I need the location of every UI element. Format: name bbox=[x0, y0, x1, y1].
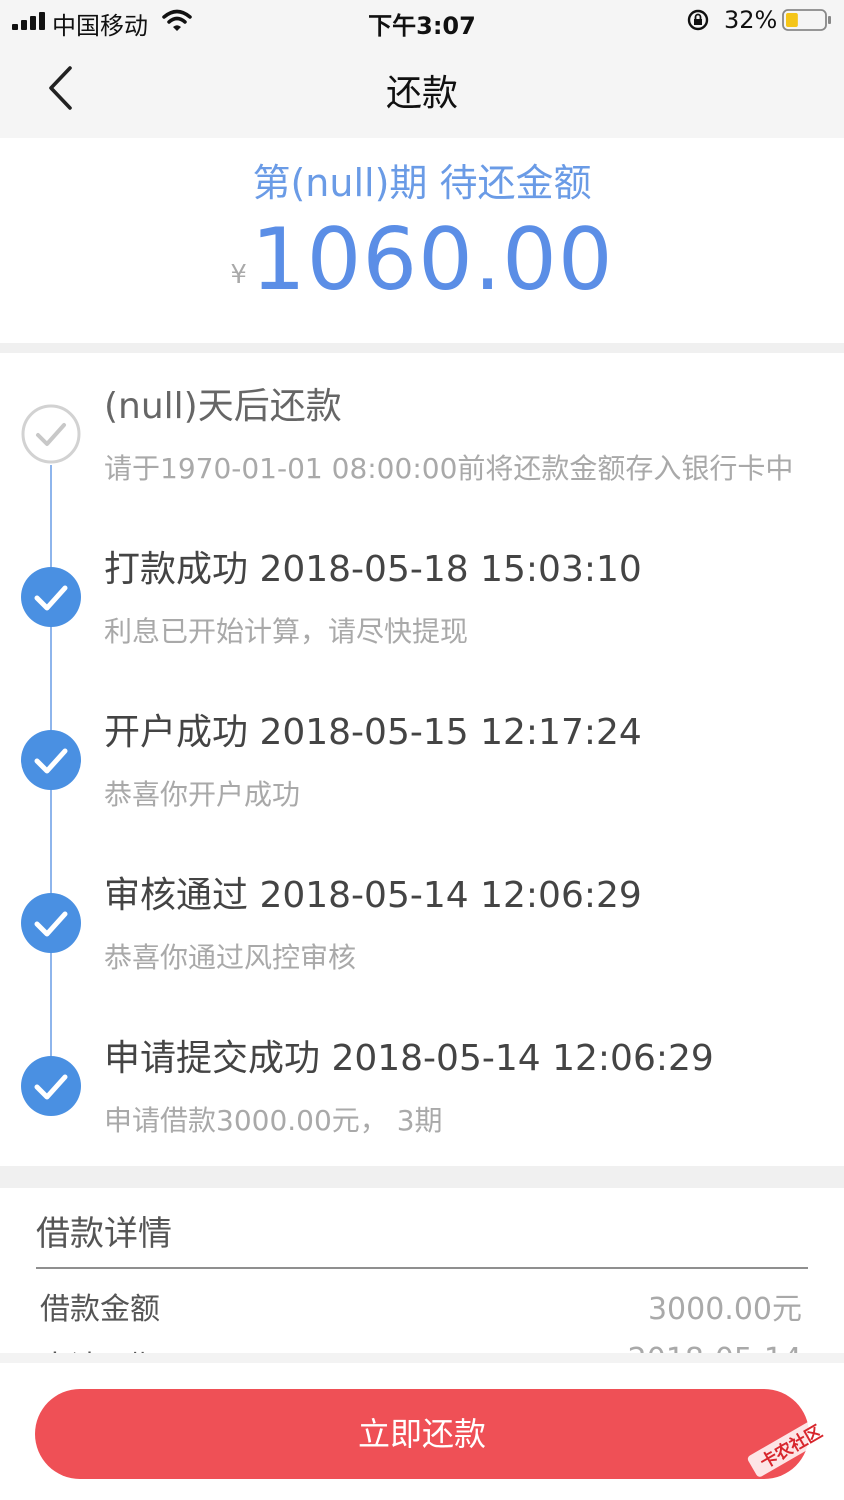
timeline-title: 打款成功 2018-05-18 15:03:10 bbox=[104, 549, 642, 590]
timeline-desc: 利息已开始计算，请尽快提现 bbox=[104, 615, 469, 648]
page-title: 还款 bbox=[385, 73, 458, 114]
watermark-logo: 卡农社区 bbox=[747, 1414, 834, 1477]
detail-row-amount: 借款金额 3000.00元 bbox=[40, 1284, 802, 1344]
bottom-action-bar: 立即还款 bbox=[0, 1363, 844, 1500]
loan-details: 借款详情 借款金额 3000.00元 申请日期 2018-05-14 bbox=[0, 1188, 844, 1353]
section-divider bbox=[0, 343, 844, 353]
check-circle-icon bbox=[21, 1056, 81, 1116]
amount-due: 1060.00 bbox=[250, 210, 614, 310]
currency-symbol: ¥ bbox=[230, 260, 247, 290]
progress-timeline: (null)天后还款 请于1970-01-01 08:00:00前将还款金额存入… bbox=[0, 353, 844, 1166]
timeline-title: 审核通过 2018-05-14 12:06:29 bbox=[104, 875, 642, 916]
timeline-desc: 恭喜你开户成功 bbox=[104, 778, 301, 811]
details-divider bbox=[36, 1267, 808, 1269]
battery-icon bbox=[782, 9, 831, 31]
clock: 下午3:07 bbox=[368, 12, 476, 40]
timeline-title: 开户成功 2018-05-15 12:17:24 bbox=[104, 712, 642, 753]
repay-now-button[interactable]: 立即还款 bbox=[35, 1389, 809, 1479]
timeline-desc: 申请借款3000.00元， 3期 bbox=[104, 1104, 443, 1137]
details-title: 借款详情 bbox=[36, 1214, 172, 1254]
status-bar: 中国移动 下午3:07 32% bbox=[0, 0, 844, 44]
section-divider bbox=[0, 1353, 844, 1363]
section-divider bbox=[0, 1166, 844, 1188]
battery-percent: 32% bbox=[724, 6, 778, 34]
timeline-desc: 恭喜你通过风控审核 bbox=[104, 941, 357, 974]
detail-label: 申请日期 bbox=[40, 1342, 160, 1353]
detail-row-date: 申请日期 2018-05-14 bbox=[40, 1342, 802, 1353]
check-circle-icon bbox=[21, 567, 81, 627]
pending-check-icon bbox=[21, 404, 81, 464]
rotation-lock-icon bbox=[687, 9, 709, 31]
check-circle-icon bbox=[21, 730, 81, 790]
detail-value: 3000.00元 bbox=[647, 1292, 802, 1327]
detail-value: 2018-05-14 bbox=[628, 1342, 802, 1353]
nav-bar: 还款 bbox=[0, 44, 844, 138]
repayment-summary: 第(null)期 待还金额 ¥1060.00 bbox=[0, 138, 844, 343]
detail-label: 借款金额 bbox=[40, 1292, 160, 1327]
timeline-desc: 请于1970-01-01 08:00:00前将还款金额存入银行卡中 bbox=[104, 452, 794, 485]
timeline-title: (null)天后还款 bbox=[104, 386, 342, 427]
timeline-title: 申请提交成功 2018-05-14 12:06:29 bbox=[104, 1038, 714, 1079]
period-label: 第(null)期 待还金额 bbox=[252, 161, 592, 205]
amount-row: ¥1060.00 bbox=[0, 210, 844, 310]
check-circle-icon bbox=[21, 893, 81, 953]
